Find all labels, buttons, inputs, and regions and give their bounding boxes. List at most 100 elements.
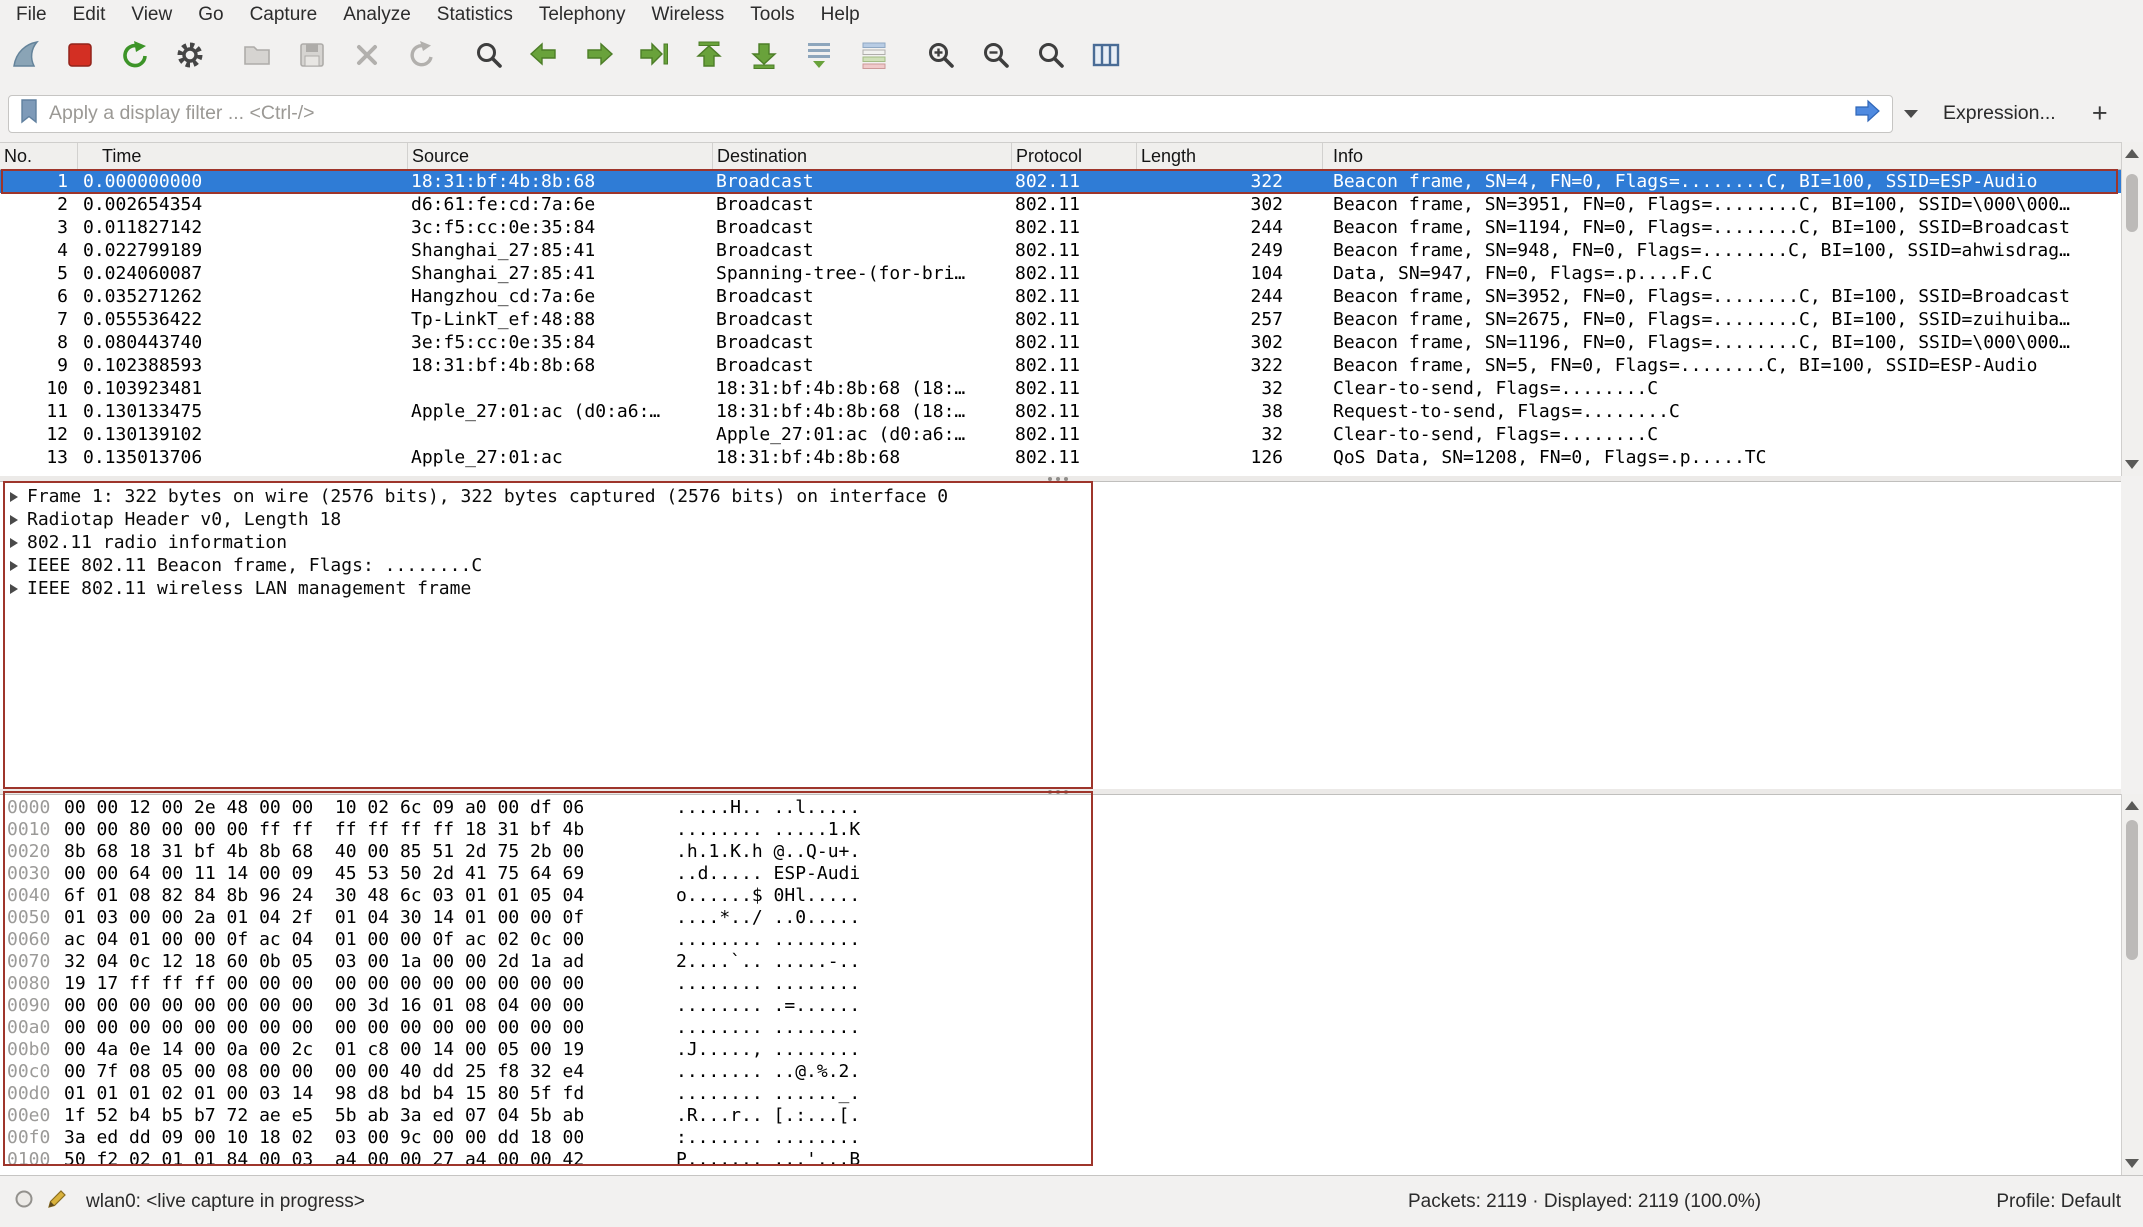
auto-scroll-button[interactable] <box>799 38 839 78</box>
go-back-button[interactable] <box>524 38 564 78</box>
hex-row[interactable]: 00208b 68 18 31 bf 4b 8b 68 40 00 85 51 … <box>0 841 2121 863</box>
packet-row[interactable]: 30.0118271423c:f5:cc:0e:35:84Broadcast80… <box>0 216 2121 239</box>
display-filter-input[interactable]: Apply a display filter ... <Ctrl-/> <box>8 95 1893 133</box>
menu-item-go[interactable]: Go <box>185 0 236 30</box>
column-header-no[interactable]: No. <box>0 143 78 169</box>
hex-row[interactable]: 001000 00 80 00 00 00 ff ff ff ff ff ff … <box>0 819 2121 841</box>
resize-columns-button[interactable] <box>1086 38 1126 78</box>
menu-item-tools[interactable]: Tools <box>737 0 807 30</box>
zoom-out-button[interactable] <box>976 38 1016 78</box>
colorize-button[interactable] <box>854 38 894 78</box>
go-to-packet-button[interactable] <box>634 38 674 78</box>
column-header-protocol[interactable]: Protocol <box>1012 143 1137 169</box>
profile-text[interactable]: Profile: Default <box>1996 1191 2121 1213</box>
close-file-button[interactable] <box>347 38 387 78</box>
scroll-up-icon[interactable] <box>2125 801 2139 810</box>
zoom-in-button[interactable] <box>921 38 961 78</box>
hex-row[interactable]: 0060ac 04 01 00 00 0f ac 04 01 00 00 0f … <box>0 929 2121 951</box>
capture-status-icon[interactable] <box>14 1189 34 1215</box>
hex-offset: 0010 <box>7 819 57 841</box>
capture-options-button[interactable] <box>170 38 210 78</box>
column-header-time[interactable]: Time <box>78 143 408 169</box>
hex-row[interactable]: 00406f 01 08 82 84 8b 96 24 30 48 6c 03 … <box>0 885 2121 907</box>
hex-row[interactable]: 000000 00 12 00 2e 48 00 00 10 02 6c 09 … <box>0 797 2121 819</box>
hex-row[interactable]: 009000 00 00 00 00 00 00 00 00 3d 16 01 … <box>0 995 2121 1017</box>
scroll-up-icon[interactable] <box>2125 149 2139 158</box>
edit-comment-icon[interactable] <box>46 1188 68 1216</box>
menu-item-statistics[interactable]: Statistics <box>424 0 526 30</box>
menu-item-view[interactable]: View <box>118 0 185 30</box>
detail-row[interactable]: 802.11 radio information <box>0 531 2121 554</box>
open-file-button[interactable] <box>237 38 277 78</box>
expand-arrow-icon[interactable] <box>10 515 18 525</box>
hex-pane-scrollbar[interactable] <box>2121 794 2143 1175</box>
menu-item-help[interactable]: Help <box>808 0 873 30</box>
menu-item-edit[interactable]: Edit <box>60 0 119 30</box>
hex-row[interactable]: 008019 17 ff ff ff 00 00 00 00 00 00 00 … <box>0 973 2121 995</box>
column-header-length[interactable]: Length <box>1137 143 1323 169</box>
scroll-down-icon[interactable] <box>2125 1159 2139 1168</box>
packet-row[interactable]: 80.0804437403e:f5:cc:0e:35:84Broadcast80… <box>0 331 2121 354</box>
hex-row[interactable]: 00a000 00 00 00 00 00 00 00 00 00 00 00 … <box>0 1017 2121 1039</box>
menu-item-wireless[interactable]: Wireless <box>638 0 737 30</box>
expression-button[interactable]: Expression... <box>1943 102 2056 125</box>
packet-row[interactable]: 130.135013706Apple_27:01:ac18:31:bf:4b:8… <box>0 446 2121 469</box>
menu-item-file[interactable]: File <box>3 0 60 30</box>
column-header-destination[interactable]: Destination <box>713 143 1012 169</box>
hex-row[interactable]: 007032 04 0c 12 18 60 0b 05 03 00 1a 00 … <box>0 951 2121 973</box>
hex-row[interactable]: 00d001 01 01 02 01 00 03 14 98 d8 bd b4 … <box>0 1083 2121 1105</box>
find-packet-button[interactable] <box>469 38 509 78</box>
packet-row[interactable]: 120.130139102Apple_27:01:ac (d0:a6:…802.… <box>0 423 2121 446</box>
cell-info: Clear-to-send, Flags=........C <box>1323 377 2121 400</box>
restart-capture-button[interactable] <box>115 38 155 78</box>
hex-row[interactable]: 005001 03 00 00 2a 01 04 2f 01 04 30 14 … <box>0 907 2121 929</box>
expand-arrow-icon[interactable] <box>10 492 18 502</box>
filter-history-dropdown[interactable] <box>1895 95 1927 133</box>
hex-row[interactable]: 003000 00 64 00 11 14 00 09 45 53 50 2d … <box>0 863 2121 885</box>
detail-row[interactable]: Frame 1: 322 bytes on wire (2576 bits), … <box>0 485 2121 508</box>
hex-row[interactable]: 00f03a ed dd 09 00 10 18 02 03 00 9c 00 … <box>0 1127 2121 1149</box>
expand-arrow-icon[interactable] <box>10 561 18 571</box>
column-header-source[interactable]: Source <box>408 143 713 169</box>
scrollbar-thumb[interactable] <box>2126 174 2138 232</box>
expand-arrow-icon[interactable] <box>10 584 18 594</box>
packet-row[interactable]: 40.022799189Shanghai_27:85:41Broadcast80… <box>0 239 2121 262</box>
menu-item-analyze[interactable]: Analyze <box>330 0 424 30</box>
apply-filter-icon[interactable] <box>1852 96 1882 131</box>
packet-list-scrollbar[interactable] <box>2121 142 2143 476</box>
first-packet-button[interactable] <box>689 38 729 78</box>
save-file-button[interactable] <box>292 38 332 78</box>
packet-row[interactable]: 50.024060087Shanghai_27:85:41Spanning-tr… <box>0 262 2121 285</box>
packet-row[interactable]: 10.00000000018:31:bf:4b:8b:68Broadcast80… <box>0 170 2121 193</box>
hex-ascii: .J....., ........ <box>676 1039 860 1061</box>
start-capture-button[interactable] <box>5 38 45 78</box>
stop-capture-button[interactable] <box>60 38 100 78</box>
menu-item-capture[interactable]: Capture <box>237 0 331 30</box>
packet-row[interactable]: 110.130133475Apple_27:01:ac (d0:a6:…18:3… <box>0 400 2121 423</box>
detail-row[interactable]: IEEE 802.11 Beacon frame, Flags: .......… <box>0 554 2121 577</box>
hex-row[interactable]: 010050 f2 02 01 01 84 00 03 a4 00 00 27 … <box>0 1149 2121 1171</box>
hex-row[interactable]: 00c000 7f 08 05 00 08 00 00 00 00 40 dd … <box>0 1061 2121 1083</box>
zoom-reset-button[interactable] <box>1031 38 1071 78</box>
scrollbar-thumb[interactable] <box>2126 820 2138 960</box>
reload-file-button[interactable] <box>402 38 442 78</box>
last-packet-button[interactable] <box>744 38 784 78</box>
hex-row[interactable]: 00e01f 52 b4 b5 b7 72 ae e5 5b ab 3a ed … <box>0 1105 2121 1127</box>
packet-row[interactable]: 90.10238859318:31:bf:4b:8b:68Broadcast80… <box>0 354 2121 377</box>
detail-row[interactable]: Radiotap Header v0, Length 18 <box>0 508 2121 531</box>
cell-src: 3e:f5:cc:0e:35:84 <box>408 331 713 354</box>
expand-arrow-icon[interactable] <box>10 538 18 548</box>
packet-row[interactable]: 100.10392348118:31:bf:4b:8b:68 (18:…802.… <box>0 377 2121 400</box>
scroll-down-icon[interactable] <box>2125 460 2139 469</box>
packet-row[interactable]: 60.035271262Hangzhou_cd:7a:6eBroadcast80… <box>0 285 2121 308</box>
cell-no: 11 <box>0 400 78 423</box>
detail-row[interactable]: IEEE 802.11 wireless LAN management fram… <box>0 577 2121 600</box>
bookmark-icon[interactable] <box>19 98 39 129</box>
add-filter-button[interactable]: + <box>2082 98 2118 129</box>
column-header-info[interactable]: Info <box>1323 143 2121 169</box>
go-forward-button[interactable] <box>579 38 619 78</box>
packet-row[interactable]: 70.055536422Tp-LinkT_ef:48:88Broadcast80… <box>0 308 2121 331</box>
packet-row[interactable]: 20.002654354d6:61:fe:cd:7a:6eBroadcast80… <box>0 193 2121 216</box>
hex-row[interactable]: 00b000 4a 0e 14 00 0a 00 2c 01 c8 00 14 … <box>0 1039 2121 1061</box>
menu-item-telephony[interactable]: Telephony <box>526 0 639 30</box>
